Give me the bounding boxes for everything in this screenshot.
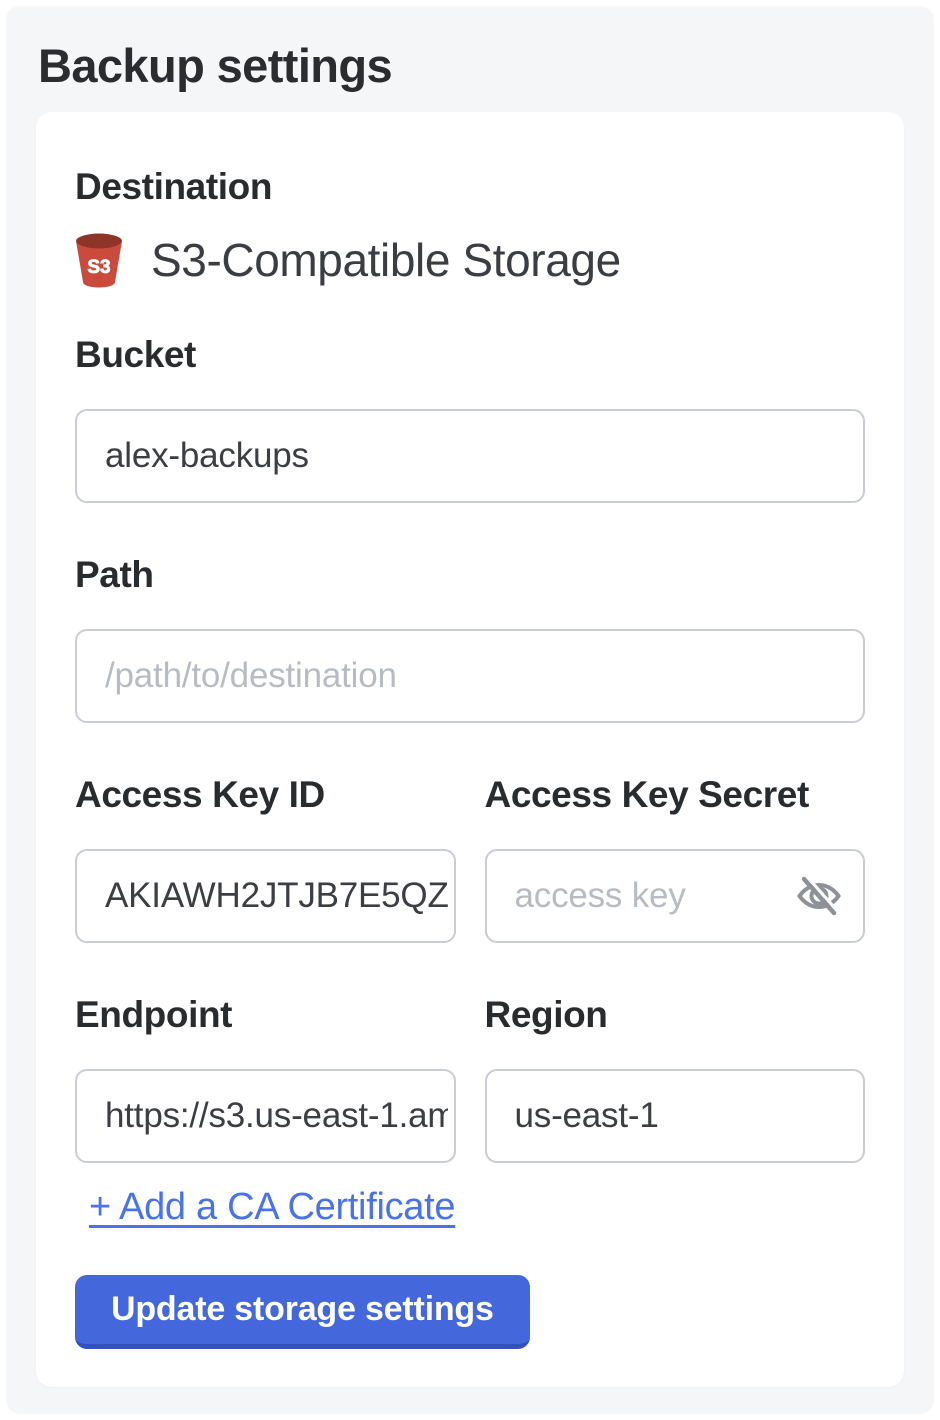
add-ca-certificate-link[interactable]: + Add a CA Certificate (89, 1185, 455, 1229)
access-key-secret-label: Access Key Secret (485, 773, 866, 817)
destination-value: S3-Compatible Storage (151, 233, 621, 287)
endpoint-region-inputs-row (75, 1037, 865, 1163)
access-key-id-label: Access Key ID (75, 773, 456, 817)
endpoint-label: Endpoint (75, 993, 456, 1037)
access-key-id-input[interactable] (75, 849, 456, 943)
path-label: Path (75, 553, 865, 597)
destination-value-row: S3 S3-Compatible Storage (75, 231, 865, 289)
access-keys-inputs-row (75, 817, 865, 943)
eye-off-icon (795, 872, 843, 920)
page-title: Backup settings (38, 38, 934, 94)
endpoint-region-labels-row: Endpoint Region (75, 993, 865, 1037)
destination-label: Destination (75, 165, 865, 209)
path-input[interactable] (75, 629, 865, 723)
backup-settings-card: Destination S3 S3-Compatible Storage Buc… (36, 112, 904, 1387)
s3-badge-text: S3 (87, 257, 110, 278)
backup-settings-panel: Backup settings Destination S3 S3-Compat… (6, 6, 934, 1414)
bucket-label: Bucket (75, 333, 865, 377)
region-label: Region (485, 993, 866, 1037)
bucket-input[interactable] (75, 409, 865, 503)
access-keys-labels-row: Access Key ID Access Key Secret (75, 773, 865, 817)
endpoint-input[interactable] (75, 1069, 456, 1163)
region-input[interactable] (485, 1069, 866, 1163)
toggle-secret-visibility-button[interactable] (793, 870, 845, 922)
s3-bucket-icon: S3 (75, 232, 123, 288)
update-storage-settings-button[interactable]: Update storage settings (75, 1275, 530, 1349)
